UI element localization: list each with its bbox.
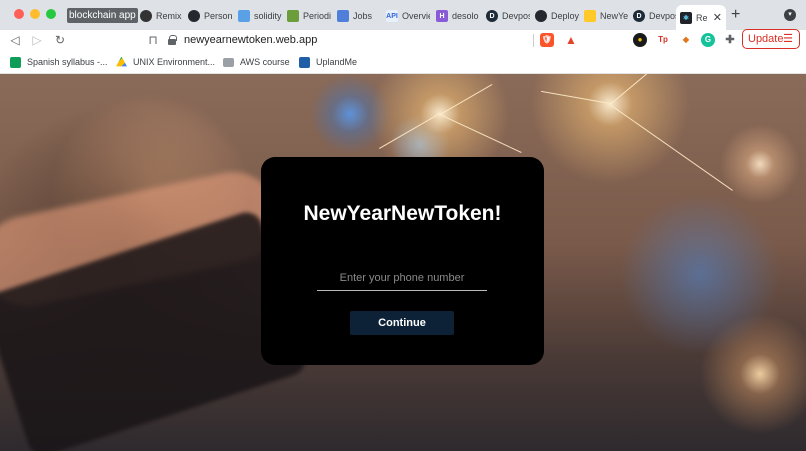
tab-devpost-2[interactable]: D Devpost xyxy=(633,6,677,26)
api-icon: API xyxy=(386,10,398,22)
lock-icon xyxy=(168,35,177,45)
tab-strip: blockchain app Remix Personal solidity P… xyxy=(0,0,806,30)
bookmark-page-icon[interactable]: ⊓ xyxy=(145,32,161,48)
tab-desolo[interactable]: H desolo xyxy=(436,6,480,26)
extensions-puzzle-icon[interactable]: ✚ xyxy=(723,33,737,47)
brave-shield-icon[interactable]: 🛡 xyxy=(540,33,554,47)
close-tab-icon[interactable]: ✕ xyxy=(713,11,722,24)
sparkler-streak xyxy=(610,74,657,105)
periodic-icon xyxy=(287,10,299,22)
github-icon xyxy=(535,10,547,22)
folder-icon xyxy=(223,57,234,67)
devpost-icon: D xyxy=(633,10,645,22)
tab-deploy[interactable]: Deploy xyxy=(535,6,579,26)
tab-group-label[interactable]: blockchain app xyxy=(67,8,138,23)
jobs-icon xyxy=(337,10,349,22)
brave-rewards-icon[interactable]: ▲ xyxy=(564,33,578,47)
continue-button[interactable]: Continue xyxy=(350,311,454,335)
reload-button[interactable]: ↻ xyxy=(52,32,68,48)
signup-card: NewYearNewToken! Continue xyxy=(261,157,544,365)
forward-button[interactable]: ▷ xyxy=(29,32,45,48)
kebab-menu-icon: ☰ xyxy=(783,33,793,45)
tab-jobs[interactable]: Jobs xyxy=(337,6,381,26)
back-button[interactable]: ◁ xyxy=(7,32,23,48)
tab-active-re[interactable]: ⚛ Re ✕ xyxy=(676,5,726,30)
close-window-button[interactable] xyxy=(14,9,24,19)
bookmarks-bar: Spanish syllabus -... UNIX Environment..… xyxy=(0,50,806,74)
tab-periodic[interactable]: Periodic xyxy=(287,6,331,26)
firebase-icon xyxy=(584,10,596,22)
extension-bear-icon[interactable]: ● xyxy=(633,33,647,47)
sparkler-stick xyxy=(609,104,733,191)
hashnode-icon: H xyxy=(436,10,448,22)
devpost-icon: D xyxy=(486,10,498,22)
sparkler-streak xyxy=(439,114,522,153)
upland-icon xyxy=(299,56,310,68)
tab-search-button[interactable]: ▾ xyxy=(784,9,796,21)
toolbar-divider xyxy=(533,34,534,47)
tab-overview[interactable]: API Overview xyxy=(386,6,430,26)
page-content: NewYearNewToken! Continue xyxy=(0,74,806,451)
url-text[interactable]: newyearnewtoken.web.app xyxy=(184,34,317,46)
google-drive-icon xyxy=(116,56,127,67)
update-label: Update xyxy=(748,33,784,45)
tab-personal[interactable]: Personal xyxy=(188,6,232,26)
bookmark-spanish-syllabus[interactable]: Spanish syllabus -... xyxy=(10,55,108,69)
update-button[interactable]: Update ☰ xyxy=(742,29,800,49)
github-icon xyxy=(188,10,200,22)
bookmark-unix-environment[interactable]: UNIX Environment... xyxy=(116,55,215,69)
page-title: NewYearNewToken! xyxy=(303,202,502,225)
google-sheets-icon xyxy=(10,56,21,68)
new-tab-button[interactable]: + xyxy=(731,6,740,24)
remix-icon xyxy=(140,10,152,22)
maximize-window-button[interactable] xyxy=(46,9,56,19)
minimize-window-button[interactable] xyxy=(30,9,40,19)
tab-devpost-1[interactable]: D Devpost xyxy=(486,6,530,26)
bookmark-aws-course[interactable]: AWS course xyxy=(223,55,290,69)
metamask-icon[interactable]: ◆ xyxy=(679,33,693,47)
address-bar[interactable]: newyearnewtoken.web.app xyxy=(168,31,532,49)
sparkler-streak xyxy=(541,90,611,104)
stackoverflow-icon xyxy=(238,10,250,22)
bookmark-uplandme[interactable]: UplandMe xyxy=(299,55,357,69)
react-icon: ⚛ xyxy=(680,11,692,24)
extension-tp-icon[interactable]: Tp xyxy=(656,33,670,47)
grammarly-icon[interactable]: G xyxy=(701,33,715,47)
phone-number-input[interactable] xyxy=(317,265,487,291)
tab-remix[interactable]: Remix xyxy=(140,6,184,26)
sparkler-streak xyxy=(378,113,440,149)
tab-solidity[interactable]: solidity xyxy=(238,6,282,26)
sparkler-streak xyxy=(440,84,493,115)
tab-newyear[interactable]: NewYear xyxy=(584,6,628,26)
